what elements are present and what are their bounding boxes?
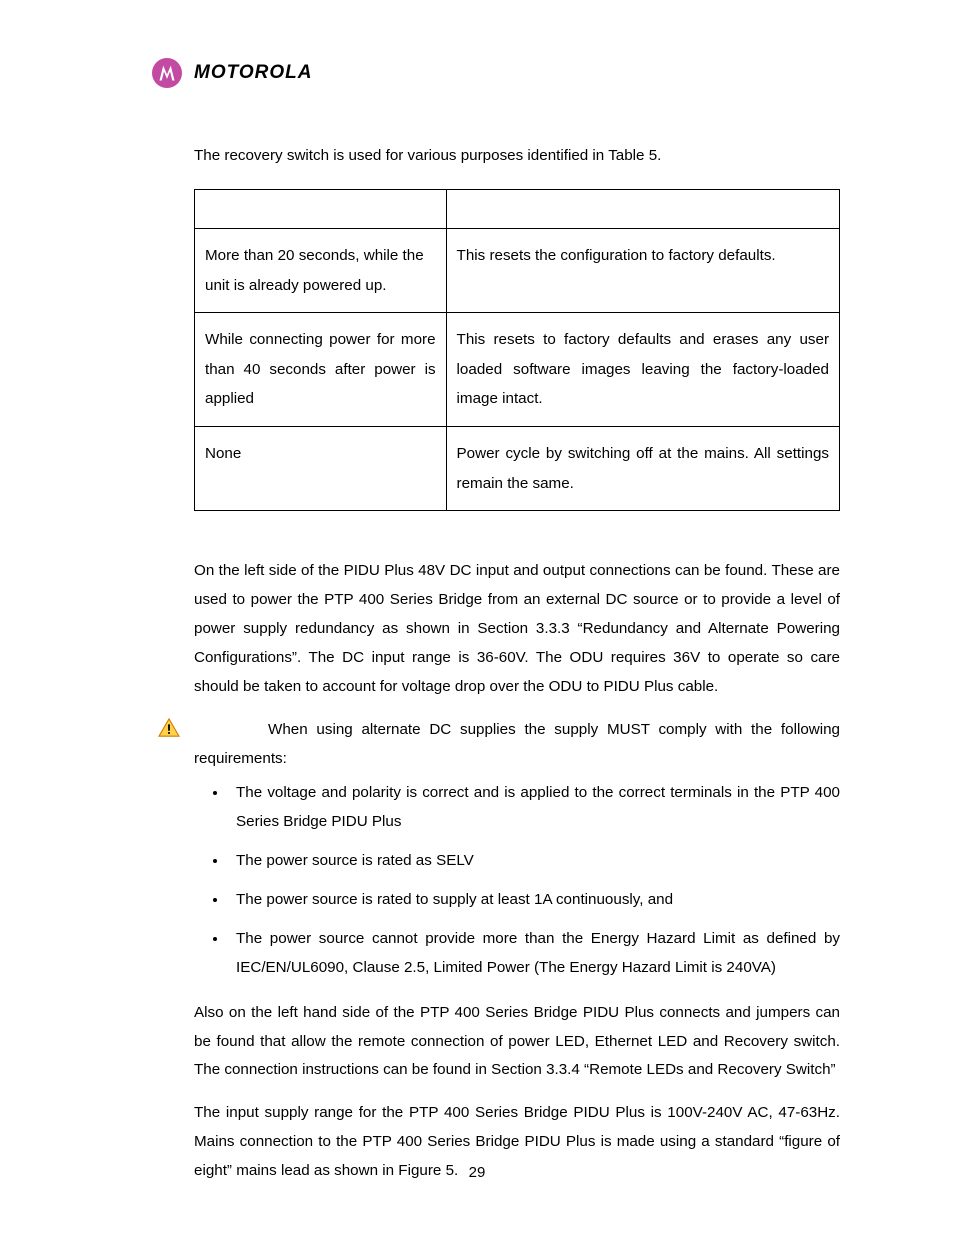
table-cell: None xyxy=(195,427,447,511)
table-row: More than 20 seconds, while the unit is … xyxy=(195,228,840,312)
intro-paragraph: The recovery switch is used for various … xyxy=(194,142,840,171)
list-item: The power source cannot provide more tha… xyxy=(228,925,840,983)
list-item: The power source is rated to supply at l… xyxy=(228,886,840,915)
page-number: 29 xyxy=(0,1164,954,1181)
warning-triangle-icon xyxy=(158,718,180,738)
requirements-list: The voltage and polarity is correct and … xyxy=(194,779,840,982)
table-cell: This resets the configuration to factory… xyxy=(446,228,839,312)
warning-block: When using alternate DC supplies the sup… xyxy=(194,716,840,774)
warning-text-body: When using alternate DC supplies the sup… xyxy=(194,721,840,767)
table-row: None Power cycle by switching off at the… xyxy=(195,427,840,511)
brand-text: MOTOROLA xyxy=(194,62,312,84)
page-content: The recovery switch is used for various … xyxy=(194,142,840,1186)
body-paragraph: On the left side of the PIDU Plus 48V DC… xyxy=(194,557,840,701)
table-row: While connecting power for more than 40 … xyxy=(195,313,840,427)
table-cell: Power cycle by switching off at the main… xyxy=(446,427,839,511)
warning-text: When using alternate DC supplies the sup… xyxy=(194,716,840,774)
body-paragraph: Also on the left hand side of the PTP 40… xyxy=(194,999,840,1086)
document-page: MOTOROLA The recovery switch is used for… xyxy=(0,0,954,1235)
motorola-m-icon xyxy=(158,64,176,82)
motorola-logo-icon xyxy=(152,58,182,88)
table-cell: More than 20 seconds, while the unit is … xyxy=(195,228,447,312)
recovery-switch-table: More than 20 seconds, while the unit is … xyxy=(194,189,840,511)
table-cell: While connecting power for more than 40 … xyxy=(195,313,447,427)
table-cell: This resets to factory defaults and eras… xyxy=(446,313,839,427)
table-header-row xyxy=(195,189,840,228)
list-item: The power source is rated as SELV xyxy=(228,847,840,876)
table-header-cell xyxy=(195,189,447,228)
table-header-cell xyxy=(446,189,839,228)
page-header: MOTOROLA xyxy=(152,58,840,88)
list-item: The voltage and polarity is correct and … xyxy=(228,779,840,837)
